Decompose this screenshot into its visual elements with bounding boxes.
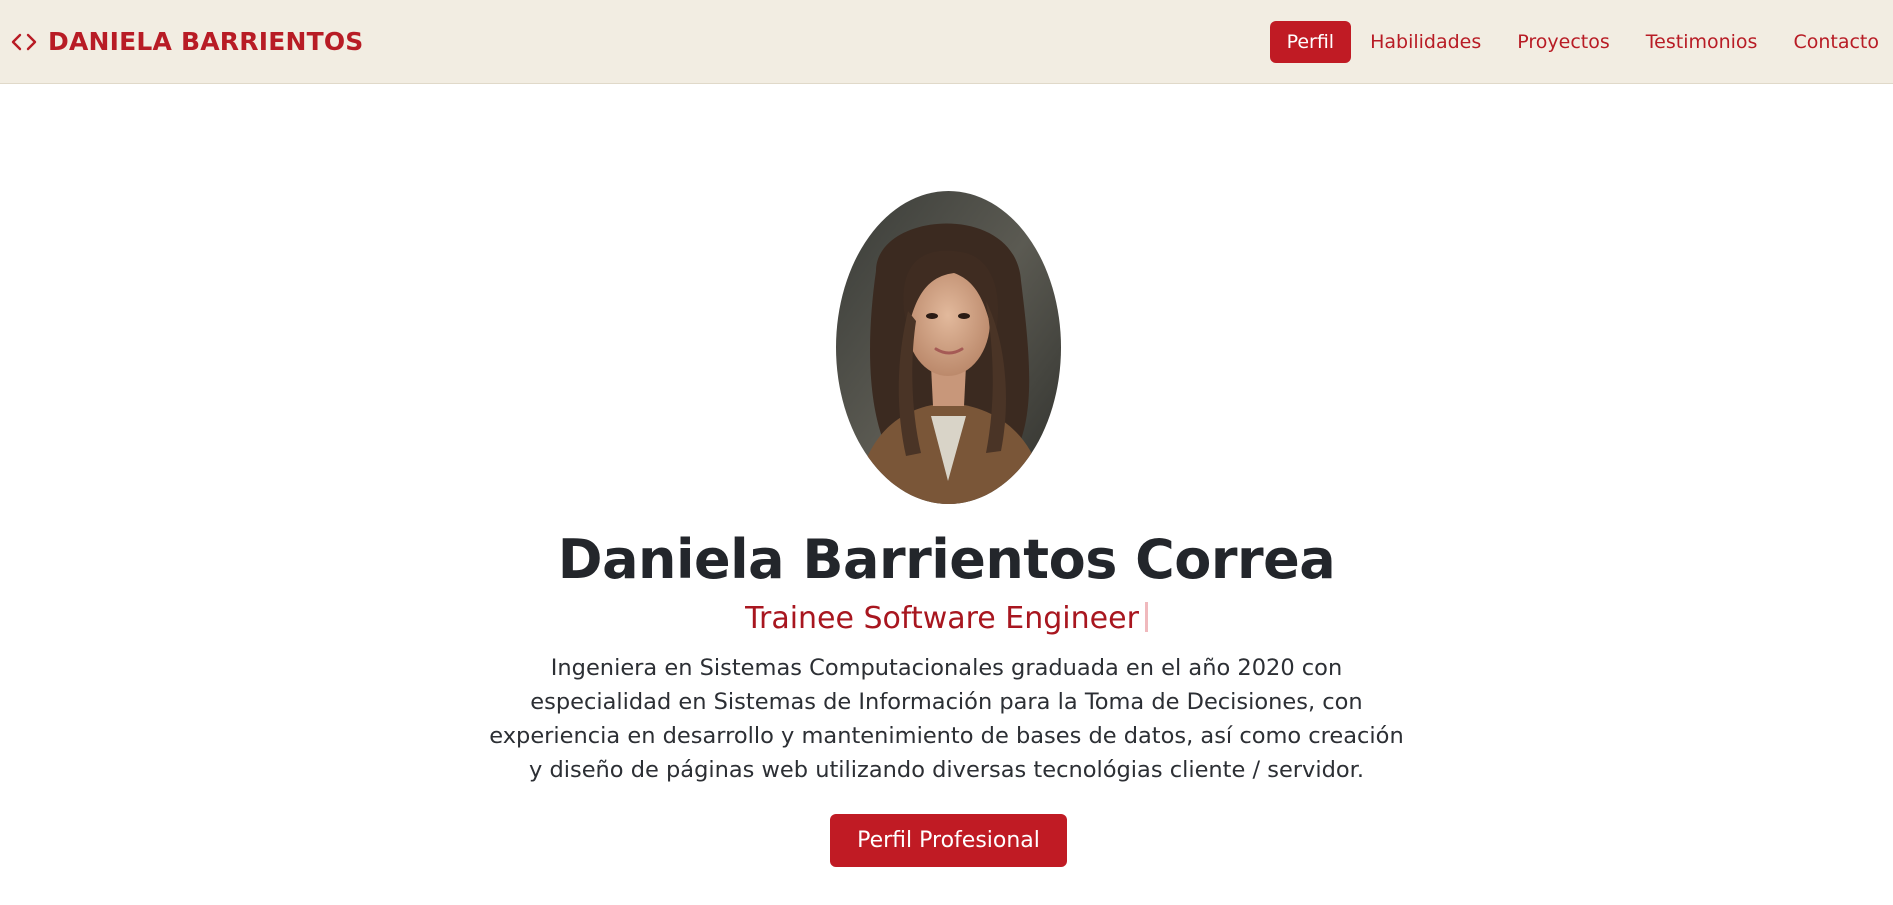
- typing-cursor: [1144, 602, 1148, 632]
- brand-name: DANIELA BARRIENTOS: [48, 27, 364, 56]
- nav-item-contacto[interactable]: Contacto: [1776, 21, 1893, 63]
- profile-photo: [836, 191, 1061, 504]
- nav-item-testimonios[interactable]: Testimonios: [1629, 21, 1775, 63]
- bio-line: experiencia en desarrollo y mantenimient…: [489, 723, 1404, 749]
- bio-line: Ingeniera en Sistemas Computacionales gr…: [550, 655, 1343, 681]
- nav-item-proyectos[interactable]: Proyectos: [1500, 21, 1627, 63]
- nav-item-habilidades[interactable]: Habilidades: [1353, 21, 1498, 63]
- nav-item-perfil[interactable]: Perfil: [1269, 20, 1352, 63]
- hero-section: Daniela Barrientos Correa Trainee Softwa…: [0, 84, 1893, 905]
- profile-role: Trainee Software Engineer: [745, 601, 1139, 636]
- top-navbar: DANIELA BARRIENTOS Perfil Habilidades Pr…: [0, 0, 1893, 84]
- code-brackets-icon: [10, 32, 38, 52]
- professional-profile-button[interactable]: Perfil Profesional: [830, 814, 1067, 867]
- bio-line: especialidad en Sistemas de Información …: [530, 689, 1363, 715]
- bio-line: y diseño de páginas web utilizando diver…: [528, 757, 1365, 783]
- brand[interactable]: DANIELA BARRIENTOS: [10, 27, 364, 56]
- profile-bio: Ingeniera en Sistemas Computacionales gr…: [480, 651, 1413, 787]
- profile-name: Daniela Barrientos Correa: [557, 528, 1336, 591]
- role-line: Trainee Software Engineer: [0, 601, 1893, 636]
- main-nav: Perfil Habilidades Proyectos Testimonios…: [1268, 0, 1893, 84]
